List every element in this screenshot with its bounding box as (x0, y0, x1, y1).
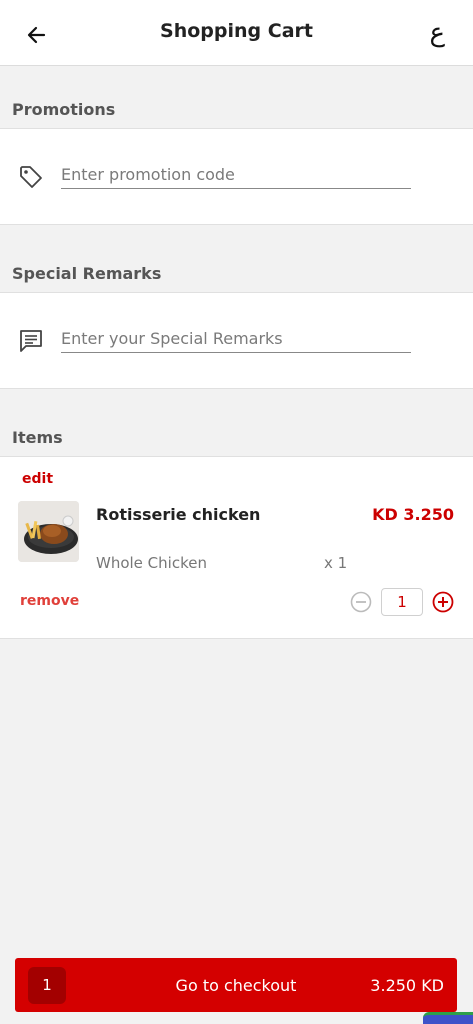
remove-item-link[interactable]: remove (20, 593, 79, 609)
items-section-label: Items (12, 428, 63, 447)
remarks-section-label: Special Remarks (12, 264, 162, 283)
promotions-section-label: Promotions (12, 100, 116, 119)
quantity-value[interactable]: 1 (381, 588, 423, 616)
corner-indicator (423, 1012, 473, 1024)
edit-item-link[interactable]: edit (22, 471, 53, 487)
item-variant: Whole Chicken (96, 554, 207, 572)
cart-item: edit Rotisserie chicken KD 3.250 Whole C… (0, 456, 473, 639)
message-icon (18, 328, 44, 354)
promotions-card (0, 128, 473, 225)
special-remarks-input[interactable] (61, 325, 411, 353)
plus-circle-icon (432, 591, 454, 613)
minus-circle-icon (350, 591, 372, 613)
item-price: KD 3.250 (372, 505, 454, 524)
promotion-code-input[interactable] (61, 161, 411, 189)
remarks-card (0, 292, 473, 389)
increase-quantity-button[interactable] (432, 591, 454, 613)
item-name: Rotisserie chicken (96, 505, 261, 524)
decrease-quantity-button[interactable] (350, 591, 372, 613)
page-title: Shopping Cart (160, 20, 313, 42)
app-header: Shopping Cart ع (0, 0, 473, 66)
checkout-total: 3.250 KD (370, 976, 444, 995)
checkout-button[interactable]: 1 Go to checkout 3.250 KD (15, 958, 457, 1012)
tag-icon (18, 164, 44, 190)
item-thumbnail (18, 501, 79, 562)
item-multiplier: x 1 (324, 554, 348, 572)
language-toggle-button[interactable]: ع (429, 18, 445, 48)
